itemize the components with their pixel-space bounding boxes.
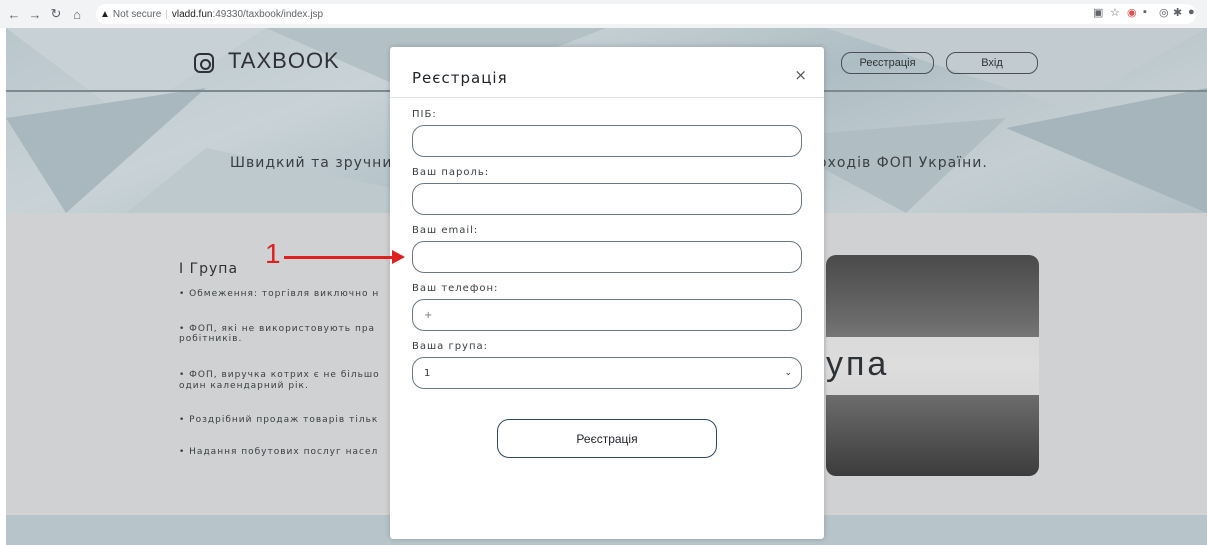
annotation-number: 1 bbox=[265, 238, 281, 269]
password-label: Ваш пароль: bbox=[412, 167, 490, 178]
header-login-button[interactable]: Вхід bbox=[946, 52, 1038, 74]
group-photo: упа bbox=[826, 255, 1039, 476]
forward-icon[interactable]: → bbox=[26, 5, 44, 23]
header-register-button[interactable]: Реєстрація bbox=[841, 52, 934, 74]
group-label: Ваша група: bbox=[412, 341, 488, 352]
photo-caption: упа bbox=[826, 345, 890, 383]
logo-text[interactable]: TAXBOOK bbox=[228, 48, 340, 74]
annotation-arrow-head bbox=[392, 250, 405, 264]
group-bullet: робітників. bbox=[179, 334, 243, 344]
reload-icon[interactable]: ↻ bbox=[47, 5, 65, 23]
url-host: vladd.fun bbox=[171, 8, 213, 20]
warning-icon: ▲ bbox=[100, 8, 110, 20]
browser-toolbar: ← → ↻ ⌂ ▲ Not secure | vladd.fun :49330/… bbox=[0, 0, 1207, 28]
translate-icon[interactable]: ▣ bbox=[1093, 6, 1103, 19]
group-bullet: • Роздрібний продаж товарів тільк bbox=[179, 415, 379, 425]
url-path: :49330/taxbook/index.jsp bbox=[212, 8, 324, 20]
tagline-right: оходів ФОП України. bbox=[818, 155, 988, 171]
group-select[interactable]: 1 ⌄ bbox=[412, 357, 802, 389]
address-separator: | bbox=[165, 8, 168, 20]
group-bullet: • Надання побутових послуг насел bbox=[179, 447, 379, 457]
modal-divider bbox=[390, 97, 824, 98]
back-icon[interactable]: ← bbox=[5, 5, 23, 23]
extension-icon[interactable]: ◎ bbox=[1159, 6, 1169, 19]
tagline-left: Швидкий та зручний bbox=[230, 155, 403, 171]
address-bar[interactable]: ▲ Not secure | vladd.fun :49330/taxbook/… bbox=[96, 4, 1196, 24]
group-bullet: • ФОП, виручка котрих є не більшо bbox=[179, 370, 380, 380]
password-field[interactable] bbox=[412, 183, 802, 215]
phone-field[interactable]: + bbox=[412, 299, 802, 331]
email-field[interactable] bbox=[412, 241, 802, 273]
security-label: Not secure bbox=[112, 8, 162, 20]
annotation-arrow-line bbox=[284, 256, 394, 259]
group-title: І Група bbox=[179, 261, 239, 277]
registration-modal: Реєстрація × ПІБ: Ваш пароль: Ваш email:… bbox=[390, 47, 824, 539]
modal-title: Реєстрація bbox=[412, 69, 508, 87]
bookmark-star-icon[interactable]: ☆ bbox=[1110, 6, 1120, 19]
name-field[interactable] bbox=[412, 125, 802, 157]
group-bullet: один календарний рік. bbox=[179, 381, 309, 391]
name-label: ПІБ: bbox=[412, 109, 437, 120]
home-icon[interactable]: ⌂ bbox=[68, 5, 86, 23]
group-bullet: • Обмеження: торгівля виключно н bbox=[179, 289, 380, 299]
close-icon[interactable]: × bbox=[794, 66, 807, 84]
extension-icon[interactable]: ▪ bbox=[1143, 6, 1147, 18]
avatar[interactable]: ● bbox=[1188, 6, 1195, 18]
email-label: Ваш email: bbox=[412, 225, 479, 236]
extension-icon[interactable]: ◉ bbox=[1127, 6, 1137, 19]
puzzle-icon[interactable]: ✱ bbox=[1173, 6, 1182, 19]
phone-label: Ваш телефон: bbox=[412, 283, 499, 294]
group-select-value: 1 bbox=[424, 367, 431, 379]
chevron-down-icon: ⌄ bbox=[784, 368, 792, 378]
instagram-icon bbox=[194, 53, 214, 73]
register-submit-button[interactable]: Реєстрація bbox=[497, 419, 717, 458]
